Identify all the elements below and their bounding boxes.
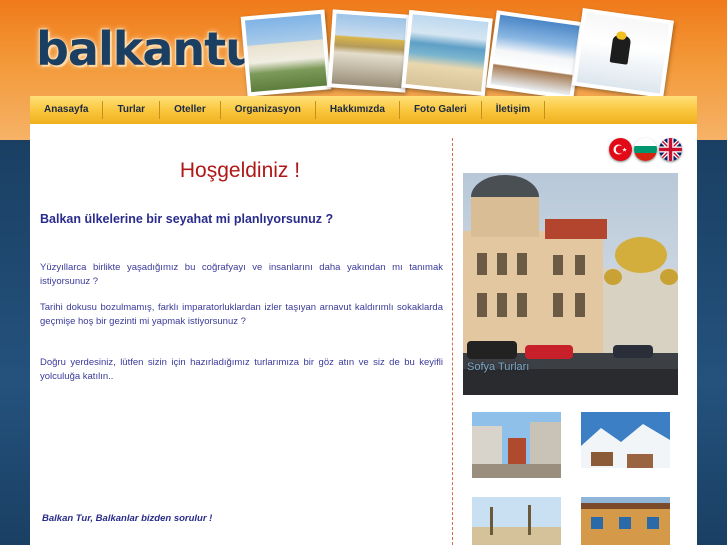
featured-tour-image[interactable]: Sofya Turları [463, 173, 678, 395]
intro-paragraph-1: Yüzyıllarca birlikte yaşadığımız bu coğr… [40, 262, 443, 287]
nav-item-foto-galeri[interactable]: Foto Galeri [400, 101, 482, 119]
bulgaria-flag-icon[interactable] [634, 138, 657, 161]
nav-item-organizasyon[interactable]: Organizasyon [221, 101, 316, 119]
turkey-flag-icon[interactable] [609, 138, 632, 161]
palace-photo [240, 9, 332, 97]
ski-resort-photo [486, 10, 584, 100]
coastal-town-thumb[interactable] [472, 497, 561, 545]
left-side-band [0, 140, 32, 545]
welcome-heading: Hoşgeldiniz ! [179, 159, 301, 182]
nav-item-hakkimizda[interactable]: Hakkımızda [316, 101, 400, 119]
uk-flag-icon[interactable] [659, 138, 682, 161]
main-nav: Anasayfa Turlar Oteller Organizasyon Hak… [30, 96, 697, 125]
beach-photo [401, 9, 493, 97]
right-side-band [697, 140, 727, 545]
slogan: Balkan Tur, Balkanlar bizden sorulur ! [42, 513, 213, 524]
main-content: Hoşgeldiniz ! Balkan ülkelerine bir seya… [30, 124, 697, 545]
cathedral-photo [327, 9, 411, 93]
old-houses-thumb[interactable] [581, 497, 670, 545]
snowy-village-thumb[interactable] [581, 412, 670, 478]
travel-question: Balkan ülkelerine bir seyahat mi planlıy… [40, 212, 334, 226]
nav-item-turlar[interactable]: Turlar [103, 101, 161, 119]
nav-item-anasayfa[interactable]: Anasayfa [30, 101, 104, 119]
intro-paragraph-2: Tarihi dokusu bozulmamış, farklı imparat… [40, 302, 443, 327]
content-divider [452, 138, 453, 545]
skier-photo [572, 7, 674, 99]
featured-tour-caption[interactable]: Sofya Turları [467, 361, 529, 373]
town-street-thumb[interactable] [472, 412, 561, 478]
nav-item-oteller[interactable]: Oteller [160, 101, 221, 119]
nav-item-iletisim[interactable]: İletişim [482, 101, 546, 119]
intro-paragraph-3: Doğru yerdesiniz, lütfen sizin için hazı… [40, 357, 443, 382]
